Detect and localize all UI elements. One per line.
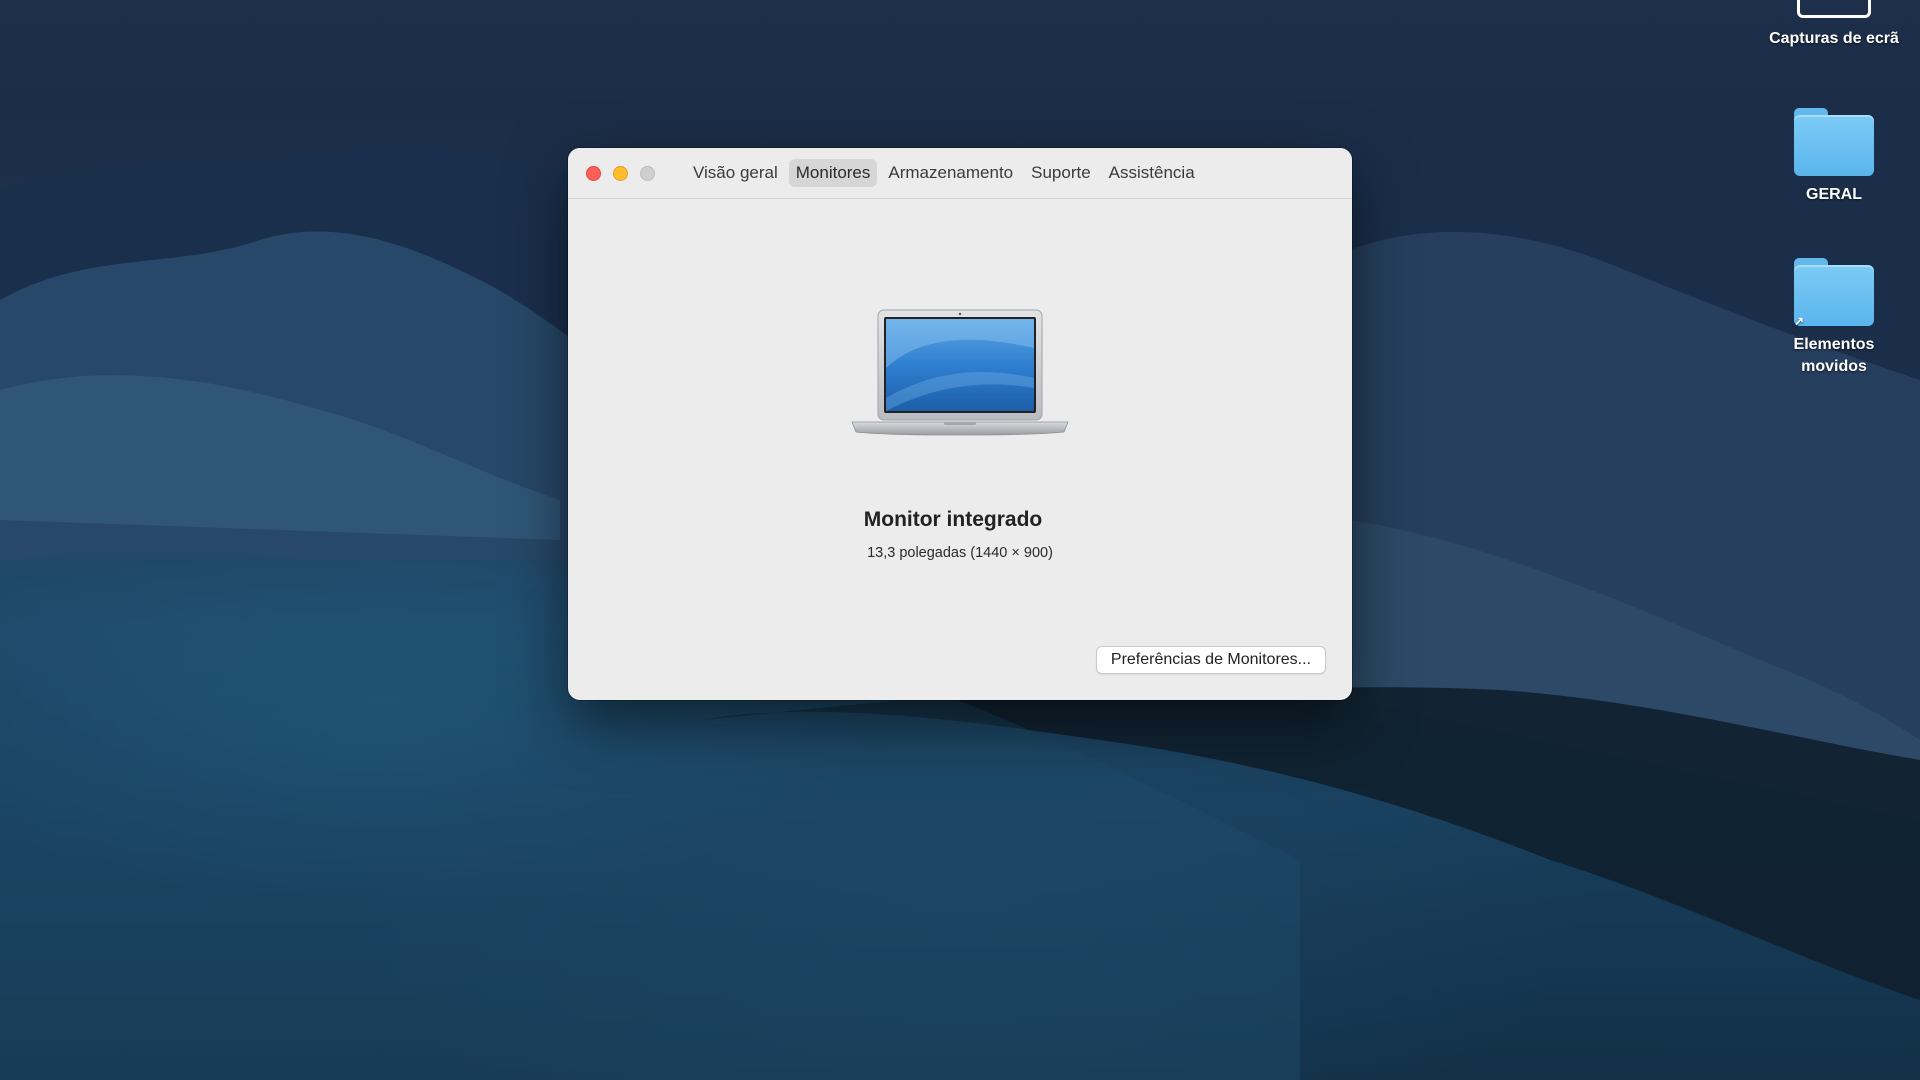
folder-icon <box>1794 108 1874 176</box>
alias-arrow-icon: ↗ <box>1793 314 1805 328</box>
desktop-item-geral[interactable]: GERAL <box>1754 108 1914 206</box>
close-button[interactable] <box>586 166 601 181</box>
tab-service[interactable]: Assistência <box>1102 159 1202 187</box>
tab-support[interactable]: Suporte <box>1024 159 1098 187</box>
macbook-laptop-icon <box>848 308 1072 438</box>
minimize-button[interactable] <box>613 166 628 181</box>
tab-bar: Visão geral Monitores Armazenamento Supo… <box>686 159 1202 187</box>
desktop-item-elementos-movidos[interactable]: ↗ Elementos movidos <box>1754 258 1914 378</box>
tab-overview[interactable]: Visão geral <box>686 159 785 187</box>
alias-folder-icon: ↗ <box>1793 258 1874 328</box>
desktop-item-label: Capturas de ecrã <box>1769 30 1899 47</box>
monitor-specs: 13,3 polegadas (1440 × 900) <box>867 545 1053 561</box>
about-this-mac-window: Visão geral Monitores Armazenamento Supo… <box>568 148 1352 700</box>
desktop-item-screenshots[interactable]: Capturas de ecrã <box>1754 0 1914 50</box>
window-titlebar: Visão geral Monitores Armazenamento Supo… <box>568 148 1352 199</box>
tab-storage[interactable]: Armazenamento <box>881 159 1020 187</box>
tab-displays[interactable]: Monitores <box>788 159 878 187</box>
display-preferences-button[interactable]: Preferências de Monitores... <box>1095 646 1326 674</box>
desktop: Capturas de ecrã GERAL ↗ Elementos movid… <box>0 0 1920 1080</box>
zoom-button[interactable] <box>640 166 655 181</box>
desktop-item-label-line1: Elementos <box>1793 336 1875 353</box>
monitor-name: Monitor integrado <box>863 508 1043 531</box>
desktop-item-label: GERAL <box>1806 186 1862 203</box>
desktop-item-label-line2: movidos <box>1801 358 1867 375</box>
screenshots-folder-icon <box>1797 0 1871 18</box>
